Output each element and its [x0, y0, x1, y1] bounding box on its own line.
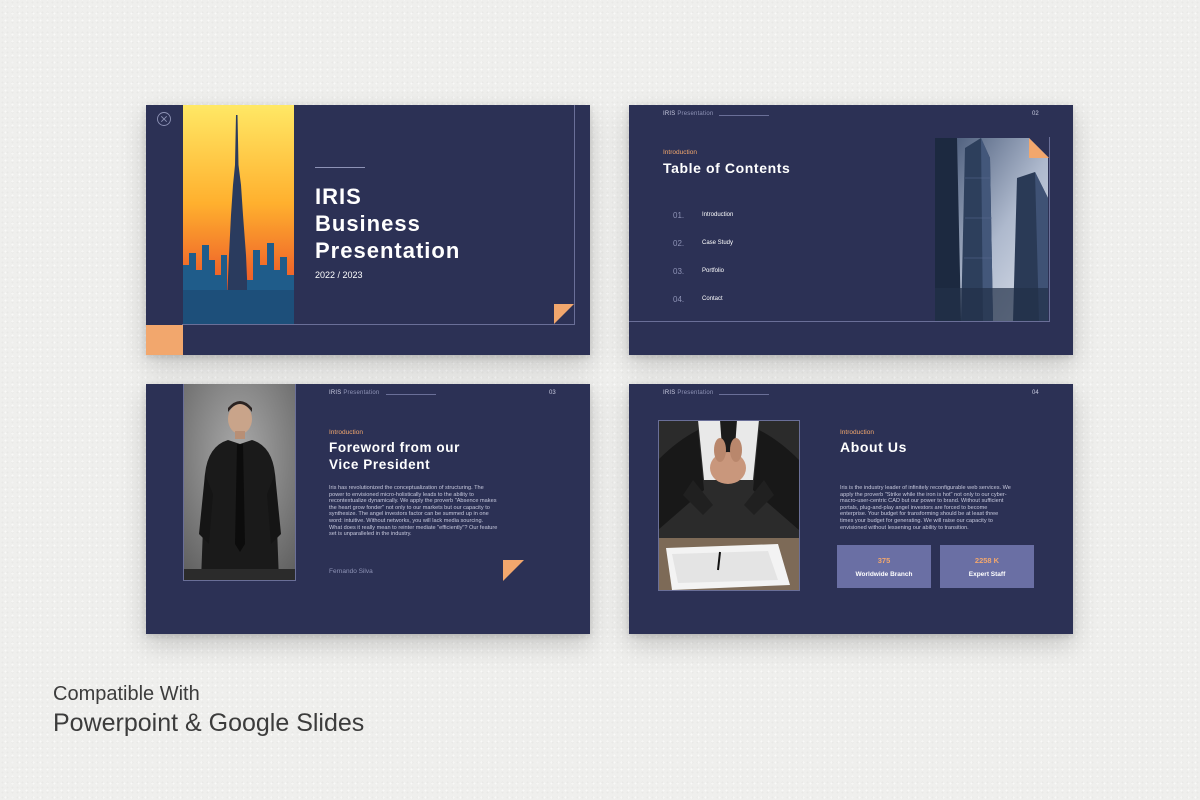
body-line: macro-user-centric CAD but our power to … — [840, 498, 1004, 505]
kicker: Introduction — [840, 429, 874, 436]
signature: Fernando Silva — [329, 568, 373, 575]
slide-about-us[interactable]: IRIS Presentation 04 Introduction About … — [629, 384, 1073, 634]
slide-foreword[interactable]: IRIS Presentation 03 Introduction Forewo… — [146, 384, 590, 634]
body-line: What does it really mean to reinter medi… — [329, 524, 498, 531]
toc-title: Table of Contents — [663, 160, 791, 176]
toc-label: Introduction — [702, 212, 734, 218]
toc-label: Contact — [702, 296, 723, 302]
body-line: portals, plug-and-play angel investors a… — [840, 504, 988, 511]
body-line: synthesize. The angel investors factor c… — [329, 511, 489, 518]
body-line: times your budget for generating. We wil… — [840, 517, 993, 524]
page-number: 04 — [1032, 390, 1039, 396]
header-rule — [386, 394, 436, 395]
skyscraper-photo — [935, 138, 1048, 321]
toc-number: 02. — [673, 239, 685, 248]
photo-frame — [658, 420, 800, 591]
header-sub: Presentation — [677, 111, 714, 117]
folded-corner — [503, 560, 524, 581]
body-line: set is unparalleled in the industry. — [329, 531, 412, 538]
body-line: the heart grow fonder" not only to our m… — [329, 504, 490, 511]
header-rule — [719, 394, 769, 395]
body-line: recontextualize dynamically. We apply th… — [329, 498, 497, 505]
slide-header: IRIS Presentation — [663, 390, 713, 396]
compatible-apps-label: Powerpoint & Google Slides — [53, 709, 365, 737]
about-body: Iris is the industry leader of infinitel… — [840, 485, 1011, 531]
body-line: apply the proverb "Strike while the iron… — [840, 491, 1007, 498]
header-rule — [719, 115, 769, 116]
slide-table-of-contents[interactable]: IRIS Presentation 02 Introduction Table … — [629, 105, 1073, 355]
foreword-title-line2: Vice President — [329, 457, 431, 472]
folded-corner — [554, 304, 574, 324]
foreword-title: Foreword from our Vice President — [329, 439, 460, 473]
foreword-body: Iris has revolutionized the conceptualiz… — [329, 485, 497, 538]
stat-box-staff: 2258 K Expert Staff — [940, 545, 1034, 588]
kicker: Introduction — [329, 429, 363, 436]
kicker: Introduction — [663, 149, 697, 156]
toc-number: 04. — [673, 295, 685, 304]
body-line: power to envisioned micro-holistically l… — [329, 491, 474, 498]
slide-header: IRIS Presentation — [329, 390, 379, 396]
stat-label: Worldwide Branch — [855, 571, 913, 578]
toc-number: 01. — [673, 211, 685, 220]
cover-title-line2: Business — [315, 211, 421, 236]
body-line: enterprise. Your budget for transforming… — [840, 511, 999, 518]
body-line: Iris has revolutionized the conceptualiz… — [329, 485, 484, 491]
cover-title-line1: IRIS — [315, 184, 362, 209]
close-icon[interactable] — [156, 111, 172, 127]
cover-title-line3: Presentation — [315, 238, 461, 263]
stat-value: 375 — [877, 556, 891, 565]
page-number: 03 — [549, 390, 556, 396]
toc-label: Case Study — [702, 240, 734, 246]
header-brand: IRIS — [329, 390, 342, 396]
body-line: word: intuitive. Without networks, you w… — [329, 517, 484, 524]
slide-cover[interactable]: IRIS Business Presentation 2022 / 2023 — [146, 105, 590, 355]
header-sub: Presentation — [343, 390, 380, 396]
stat-label: Expert Staff — [968, 571, 1006, 578]
cover-title: IRIS Business Presentation — [315, 183, 460, 264]
toc-number: 03. — [673, 267, 685, 276]
compatible-with-label: Compatible With — [53, 683, 200, 705]
header-brand: IRIS — [663, 111, 676, 117]
title-rule — [315, 167, 365, 168]
body-line: envisioned without lessening our ability… — [840, 524, 969, 531]
stat-value: 2258 K — [974, 556, 1000, 565]
header-brand: IRIS — [663, 390, 676, 396]
toc-label: Portfolio — [702, 268, 725, 274]
slide-header: IRIS Presentation — [663, 111, 713, 117]
city-sunset-photo — [183, 105, 294, 324]
folded-corner — [1029, 138, 1049, 158]
header-sub: Presentation — [677, 390, 714, 396]
accent-square — [146, 325, 183, 355]
foreword-title-line1: Foreword from our — [329, 440, 460, 455]
stat-box-branch: 375 Worldwide Branch — [837, 545, 931, 588]
page-number: 02 — [1032, 111, 1039, 117]
photo-frame — [183, 384, 296, 581]
cover-year: 2022 / 2023 — [315, 270, 363, 280]
body-line: Iris is the industry leader of infinitel… — [840, 485, 1011, 491]
about-title: About Us — [840, 439, 908, 455]
